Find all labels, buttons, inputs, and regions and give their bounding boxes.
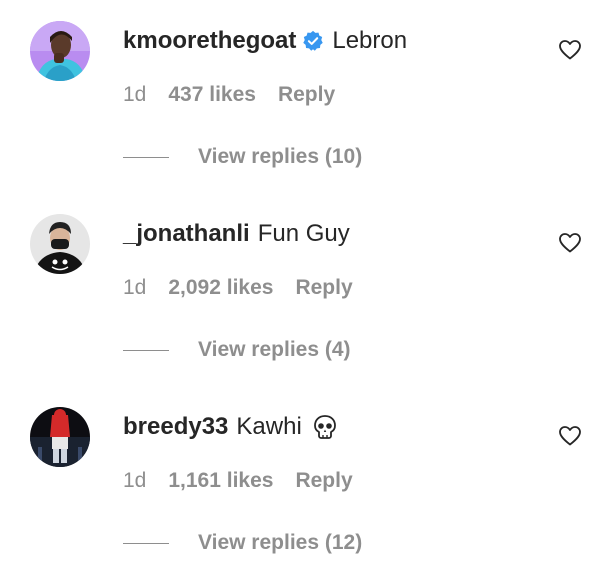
avatar[interactable] (30, 21, 90, 81)
comment-meta: 1d 437 likes Reply (123, 83, 335, 107)
comment-meta: 1d 2,092 likes Reply (123, 276, 353, 300)
reply-button[interactable]: Reply (278, 83, 335, 107)
comment-username[interactable]: breedy33 (123, 413, 228, 441)
reply-button[interactable]: Reply (295, 276, 352, 300)
comment-meta: 1d 1,161 likes Reply (123, 469, 353, 493)
comment-time[interactable]: 1d (123, 276, 146, 300)
comment-likes[interactable]: 2,092 likes (168, 276, 273, 300)
comment-text-line: breedy33 Kawhi (123, 412, 338, 442)
comment-likes[interactable]: 437 likes (168, 83, 256, 107)
replies-divider (123, 349, 169, 351)
comment-item: kmoorethegoat Lebron 1d 437 likes Reply … (0, 0, 610, 193)
reply-button[interactable]: Reply (295, 469, 352, 493)
comment-time[interactable]: 1d (123, 83, 146, 107)
comment-body: Fun Guy (257, 220, 350, 247)
comment-body: Kawhi (236, 413, 302, 440)
skull-emoji-icon (312, 414, 338, 440)
view-replies-button[interactable]: View replies (10) (123, 145, 362, 169)
view-replies-label: View replies (4) (198, 338, 351, 361)
like-heart-icon[interactable] (558, 424, 582, 448)
like-heart-icon[interactable] (558, 38, 582, 62)
view-replies-label: View replies (12) (198, 531, 363, 554)
replies-divider (123, 542, 169, 544)
avatar[interactable] (30, 214, 90, 274)
view-replies-button[interactable]: View replies (12) (123, 531, 362, 555)
view-replies-label: View replies (10) (198, 145, 363, 168)
verified-badge-icon (302, 30, 324, 52)
comment-item: breedy33 Kawhi 1d 1,161 likes Reply View… (0, 386, 610, 579)
comment-username[interactable]: kmoorethegoat (123, 27, 296, 55)
view-replies-button[interactable]: View replies (4) (123, 338, 351, 362)
comment-username[interactable]: _jonathanli (123, 220, 250, 248)
comment-text-line: kmoorethegoat Lebron (123, 26, 407, 56)
avatar[interactable] (30, 407, 90, 467)
comment-item: _jonathanli Fun Guy 1d 2,092 likes Reply… (0, 193, 610, 386)
replies-divider (123, 156, 169, 158)
comment-text-line: _jonathanli Fun Guy (123, 219, 350, 249)
like-heart-icon[interactable] (558, 231, 582, 255)
comment-likes[interactable]: 1,161 likes (168, 469, 273, 493)
comment-time[interactable]: 1d (123, 469, 146, 493)
comment-body: Lebron (332, 27, 408, 54)
